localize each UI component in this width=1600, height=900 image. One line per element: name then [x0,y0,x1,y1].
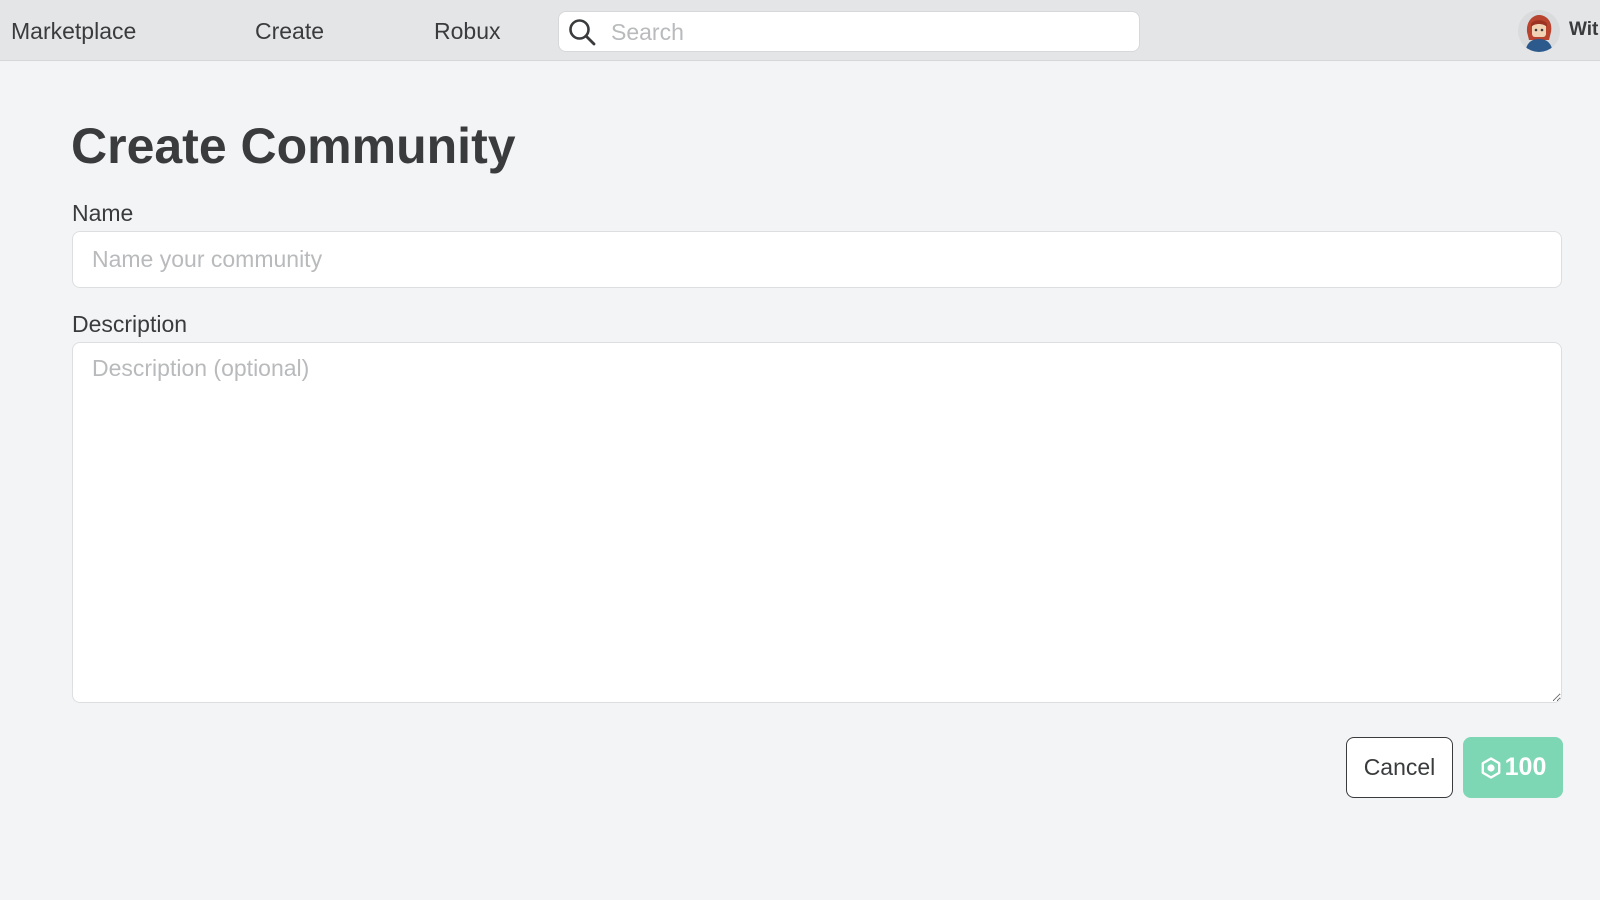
robux-icon [1481,756,1501,779]
nav-marketplace-link[interactable]: Marketplace [11,17,136,45]
avatar-character-icon [1518,10,1560,52]
name-label: Name [72,200,134,226]
user-avatar[interactable] [1518,10,1560,52]
robux-price: 100 [1504,753,1547,781]
cancel-button[interactable]: Cancel [1346,737,1453,798]
search-icon [569,19,596,46]
search-input[interactable] [609,16,1129,48]
nav-create-link[interactable]: Create [255,17,324,45]
search-box[interactable] [558,11,1140,52]
community-description-textarea[interactable] [72,342,1562,703]
community-name-input[interactable] [72,231,1562,288]
username-label[interactable]: Wit [1569,19,1598,41]
nav-robux-link[interactable]: Robux [434,17,500,45]
description-label: Description [72,311,188,337]
top-navigation-bar: Marketplace Create Robux Wit [0,0,1600,61]
page-title: Create Community [71,118,516,174]
create-for-robux-button[interactable]: 100 [1463,737,1563,798]
